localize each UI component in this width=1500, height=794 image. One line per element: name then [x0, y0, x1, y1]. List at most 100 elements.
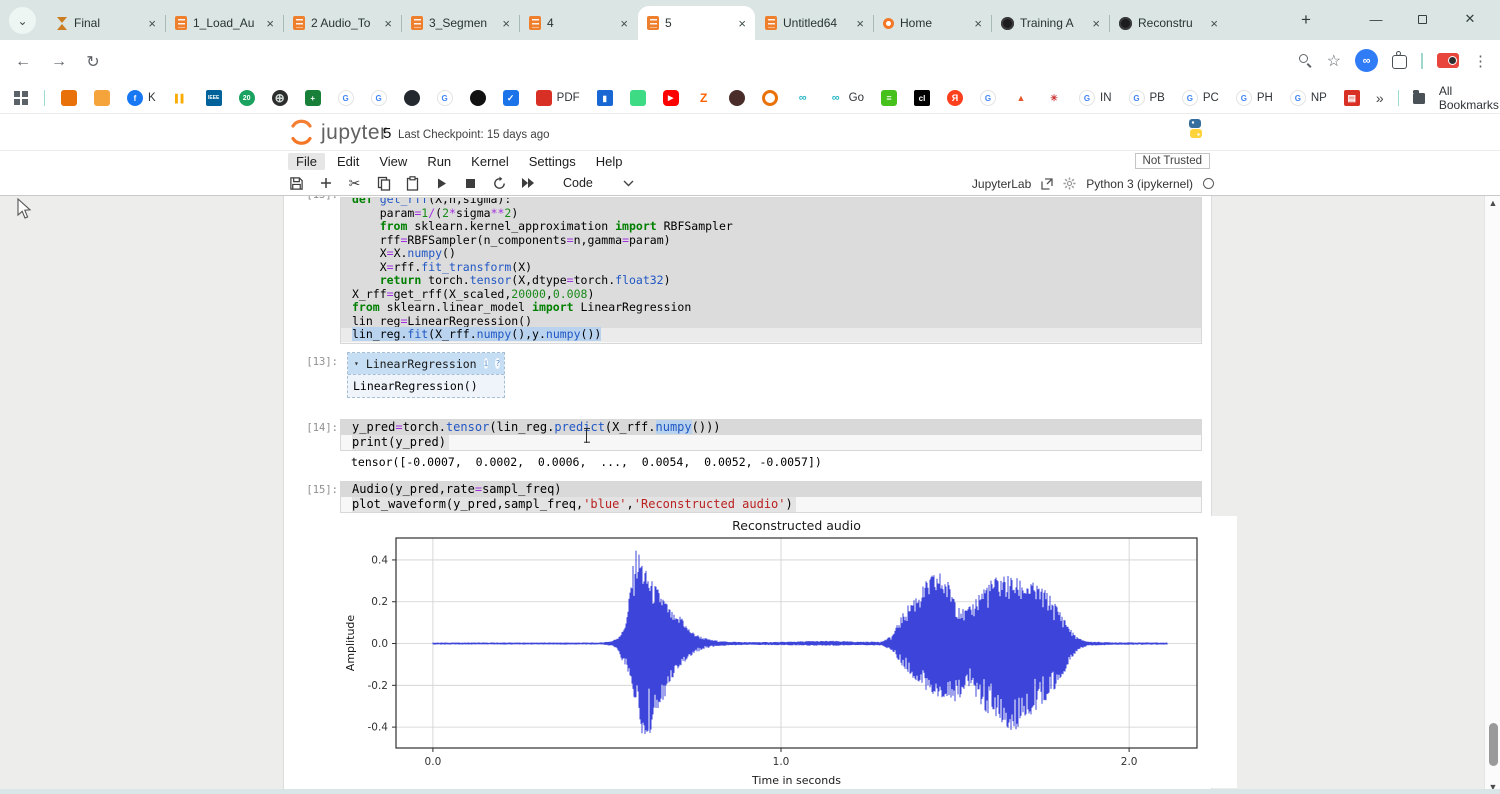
extensions-puzzle-icon[interactable] [1392, 55, 1407, 69]
restart-run-all-button[interactable] [520, 175, 537, 192]
kernel-name[interactable]: Python 3 (ipykernel) [1086, 177, 1193, 191]
bookmark-item[interactable]: cl [914, 90, 930, 106]
browser-tab-training-a[interactable]: Training A× [992, 6, 1109, 40]
browser-tab-4[interactable]: 4× [520, 6, 637, 40]
help-badge-icon[interactable]: ? [495, 358, 500, 369]
window-close-button[interactable]: ✕ [1448, 0, 1492, 38]
tab-close-icon[interactable]: × [1210, 17, 1218, 30]
run-cell-button[interactable] [433, 175, 450, 192]
tab-close-icon[interactable]: × [502, 17, 510, 30]
interrupt-kernel-button[interactable] [462, 175, 479, 192]
bookmark-item[interactable]: GNP [1290, 90, 1327, 106]
gear-icon[interactable] [1063, 177, 1076, 190]
jupyterlab-link[interactable]: JupyterLab [972, 177, 1031, 191]
bookmark-item[interactable]: GPB [1129, 90, 1165, 106]
bookmark-item[interactable]: GPC [1182, 90, 1219, 106]
menu-help[interactable]: Help [588, 153, 631, 170]
bookmark-item[interactable] [94, 90, 110, 106]
paste-cell-button[interactable] [404, 175, 421, 192]
menu-kernel[interactable]: Kernel [463, 153, 517, 170]
restart-kernel-button[interactable] [491, 175, 508, 192]
browser-tab-final[interactable]: Final× [48, 6, 165, 40]
bookmark-item[interactable] [762, 90, 778, 106]
reload-button[interactable]: ↻ [80, 49, 106, 75]
tab-close-icon[interactable]: × [148, 17, 156, 30]
tab-close-icon[interactable]: × [974, 17, 982, 30]
bookmark-item[interactable] [630, 90, 646, 106]
menu-edit[interactable]: Edit [329, 153, 367, 170]
bookmark-item[interactable]: ▮ [597, 90, 613, 106]
scrollbar[interactable]: ▲ ▼ [1484, 196, 1500, 794]
browser-tab-reconstru[interactable]: Reconstru× [1110, 6, 1227, 40]
code-cell-15[interactable]: Audio(y_pred,rate=sampl_freq)plot_wavefo… [340, 481, 1202, 513]
apps-grid-icon[interactable] [14, 91, 28, 105]
bookmark-item[interactable]: ▶ [663, 90, 679, 106]
extension-blue-icon[interactable]: ∞ [1355, 49, 1378, 72]
add-cell-button[interactable] [317, 175, 334, 192]
jupyter-logo[interactable]: jupyter [289, 119, 388, 145]
bookmark-item[interactable]: ∞ [795, 90, 811, 106]
notebook-title[interactable]: 5 [383, 125, 391, 142]
save-button[interactable] [288, 175, 305, 192]
code-cell-14[interactable]: y_pred=torch.tensor(lin_reg.predict(X_rf… [340, 419, 1202, 451]
bookmark-item[interactable]: ⊕ [272, 90, 288, 106]
bookmark-item[interactable]: fK [127, 90, 156, 106]
bookmark-item[interactable] [729, 90, 745, 106]
bookmark-item[interactable]: ✓ [503, 90, 519, 106]
bookmark-item[interactable]: G [437, 90, 453, 106]
code-cell-13[interactable]: def get_rff(X,n,sigma): param=1/(2*sigma… [340, 197, 1202, 344]
window-maximize-button[interactable] [1400, 0, 1444, 38]
browser-tab-untitled64[interactable]: Untitled64× [756, 6, 873, 40]
scrollbar-thumb[interactable] [1489, 723, 1498, 766]
window-minimize-button[interactable]: — [1354, 0, 1398, 38]
sklearn-estimator-widget[interactable]: ▾ LinearRegression i ? LinearRegression(… [347, 352, 505, 398]
bookmark-item[interactable] [61, 90, 77, 106]
bookmarks-overflow-icon[interactable]: » [1376, 90, 1384, 106]
extension-red-icon[interactable] [1437, 53, 1459, 68]
bookmark-item[interactable]: ∞Go [828, 90, 864, 106]
browser-tab-2-audio-to[interactable]: 2 Audio_To× [284, 6, 401, 40]
new-tab-button[interactable]: + [1295, 9, 1317, 31]
browser-menu-icon[interactable]: ⋮ [1473, 52, 1488, 70]
zoom-icon[interactable] [1299, 54, 1313, 68]
back-button[interactable]: ← [10, 49, 36, 75]
bookmark-item[interactable]: PDF [536, 90, 580, 106]
bookmark-item[interactable]: ✳ [1046, 90, 1062, 106]
forward-button[interactable]: → [46, 49, 72, 75]
scroll-up-icon[interactable]: ▲ [1485, 196, 1500, 210]
tab-close-icon[interactable]: × [856, 17, 864, 30]
bookmark-item[interactable]: ▌▌ [173, 90, 189, 106]
bookmark-item[interactable]: + [305, 90, 321, 106]
browser-tab-1-load-au[interactable]: 1_Load_Au× [166, 6, 283, 40]
bookmark-item[interactable]: G [371, 90, 387, 106]
browser-tab-5[interactable]: 5× [638, 6, 755, 40]
estimator-widget-header[interactable]: ▾ LinearRegression i ? [348, 353, 504, 374]
bookmark-item[interactable]: Я [947, 90, 963, 106]
menu-settings[interactable]: Settings [521, 153, 584, 170]
copy-cell-button[interactable] [375, 175, 392, 192]
cut-cell-button[interactable]: ✂ [346, 175, 363, 192]
menu-view[interactable]: View [371, 153, 415, 170]
tab-close-icon[interactable]: × [738, 17, 746, 30]
menu-run[interactable]: Run [419, 153, 459, 170]
bookmark-item[interactable]: IEEE [206, 90, 222, 106]
tab-search-icon[interactable]: ⌄ [9, 7, 36, 34]
bookmark-item[interactable]: ≡ [881, 90, 897, 106]
not-trusted-badge[interactable]: Not Trusted [1135, 153, 1210, 169]
tab-close-icon[interactable]: × [384, 17, 392, 30]
bookmark-item[interactable]: GIN [1079, 90, 1112, 106]
bookmark-item[interactable] [404, 90, 420, 106]
bookmark-item[interactable]: 20 [239, 90, 255, 106]
tab-close-icon[interactable]: × [266, 17, 274, 30]
bookmark-item[interactable]: G [338, 90, 354, 106]
bookmark-item[interactable]: Z [696, 90, 712, 106]
bookmark-item[interactable]: G [980, 90, 996, 106]
bookmark-star-icon[interactable]: ☆ [1327, 51, 1341, 71]
bookmark-item[interactable]: ▤ [1344, 90, 1360, 106]
browser-tab-home[interactable]: Home× [874, 6, 991, 40]
tab-close-icon[interactable]: × [1092, 17, 1100, 30]
bookmark-item[interactable]: ▲ [1013, 90, 1029, 106]
browser-tab-3-segmen[interactable]: 3_Segmen× [402, 6, 519, 40]
tab-close-icon[interactable]: × [620, 17, 628, 30]
all-bookmarks-button[interactable]: All Bookmarks [1439, 84, 1500, 112]
